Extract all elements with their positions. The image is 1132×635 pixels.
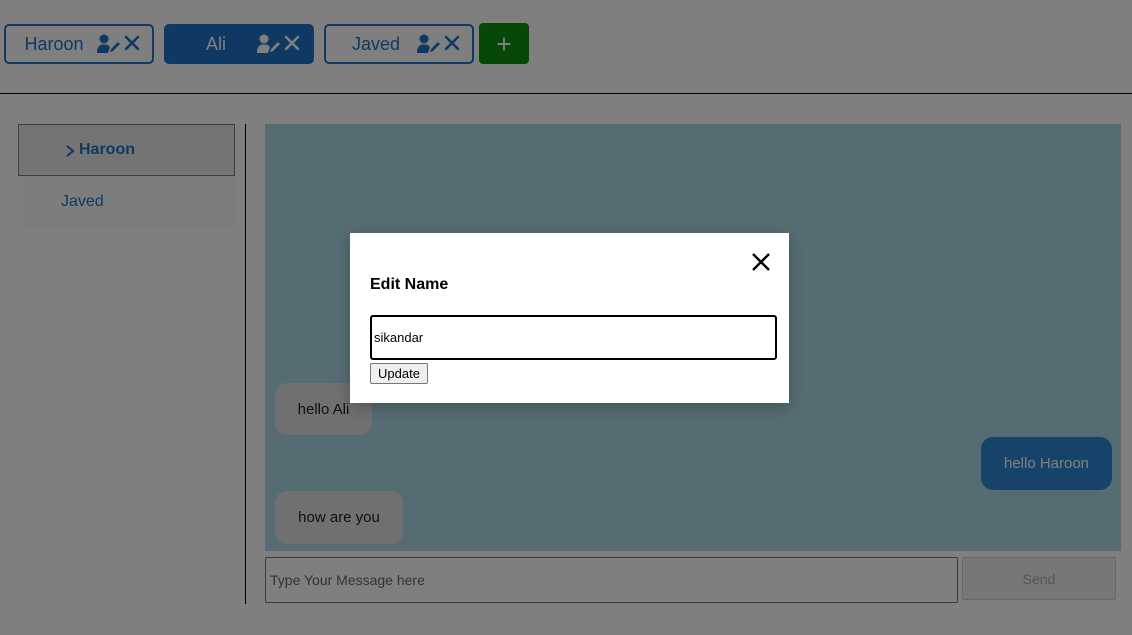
name-input[interactable] <box>370 315 777 360</box>
close-icon[interactable] <box>752 253 770 271</box>
modal-title: Edit Name <box>370 276 449 293</box>
edit-name-modal: Edit Name Update <box>350 233 789 403</box>
update-button[interactable]: Update <box>370 363 428 384</box>
